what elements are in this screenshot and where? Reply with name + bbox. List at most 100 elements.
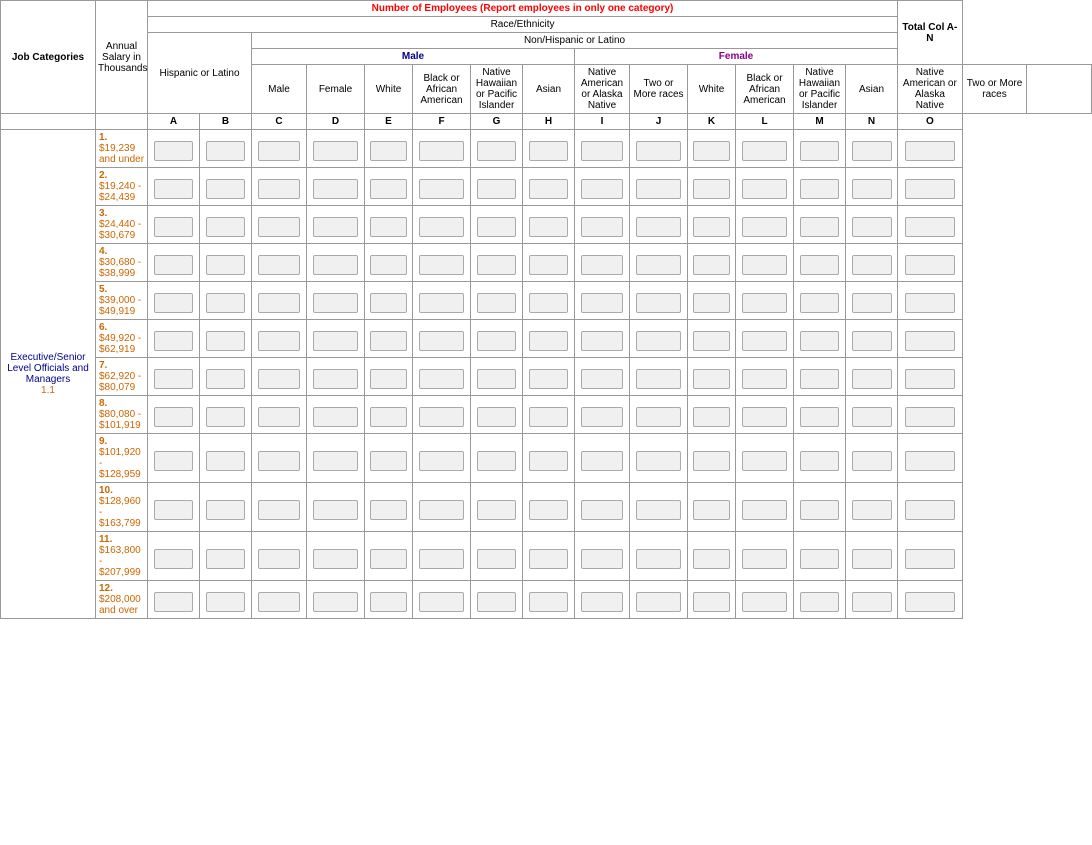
input-row0-col9[interactable]	[636, 141, 681, 161]
input-row4-col12[interactable]	[800, 293, 840, 313]
row10-col13-input[interactable]	[846, 540, 898, 581]
input-row6-col9[interactable]	[636, 369, 681, 389]
row7-col12-input[interactable]	[794, 404, 846, 434]
row5-col2-input[interactable]	[252, 328, 307, 358]
input-row11-col11[interactable]	[742, 592, 787, 612]
input-row10-col6[interactable]	[477, 549, 517, 569]
row2-col10-input[interactable]	[688, 214, 736, 244]
row4-col5-input[interactable]	[413, 290, 471, 320]
row10-col6-input[interactable]	[471, 540, 523, 581]
row3-col13-input[interactable]	[846, 252, 898, 282]
row8-col12-input[interactable]	[794, 442, 846, 483]
input-row5-col9[interactable]	[636, 331, 681, 351]
input-row6-col3[interactable]	[313, 369, 358, 389]
row7-col10-input[interactable]	[688, 404, 736, 434]
row2-col7-input[interactable]	[523, 214, 575, 244]
row3-col2-input[interactable]	[252, 252, 307, 282]
input-row3-col12[interactable]	[800, 255, 840, 275]
row11-col13-input[interactable]	[846, 589, 898, 619]
input-row8-col9[interactable]	[636, 451, 681, 471]
row3-col14-input[interactable]	[898, 252, 963, 282]
row1-col5-input[interactable]	[413, 176, 471, 206]
row10-col12-input[interactable]	[794, 540, 846, 581]
input-row3-col4[interactable]	[370, 255, 407, 275]
input-row1-col4[interactable]	[370, 179, 407, 199]
row3-col12-input[interactable]	[794, 252, 846, 282]
input-row8-col14[interactable]	[905, 451, 956, 471]
row9-col14-input[interactable]	[898, 491, 963, 532]
input-row2-col5[interactable]	[419, 217, 464, 237]
row1-col9-input[interactable]	[630, 176, 688, 206]
row3-col11-input[interactable]	[736, 252, 794, 282]
row4-col13-input[interactable]	[846, 290, 898, 320]
input-row9-col10[interactable]	[693, 500, 730, 520]
row8-col6-input[interactable]	[471, 442, 523, 483]
input-row9-col14[interactable]	[905, 500, 956, 520]
row6-col2-input[interactable]	[252, 366, 307, 396]
input-row0-col1[interactable]	[206, 141, 246, 161]
input-row5-col6[interactable]	[477, 331, 517, 351]
input-row3-col7[interactable]	[529, 255, 569, 275]
row9-col13-input[interactable]	[846, 491, 898, 532]
row6-col8-input[interactable]	[575, 366, 630, 396]
row9-col11-input[interactable]	[736, 491, 794, 532]
row7-col4-input[interactable]	[365, 404, 413, 434]
input-row6-col4[interactable]	[370, 369, 407, 389]
input-row2-col9[interactable]	[636, 217, 681, 237]
input-row9-col13[interactable]	[852, 500, 892, 520]
input-row10-col1[interactable]	[206, 549, 246, 569]
input-row4-col3[interactable]	[313, 293, 358, 313]
row9-col7-input[interactable]	[523, 491, 575, 532]
input-row7-col11[interactable]	[742, 407, 787, 427]
input-row10-col3[interactable]	[313, 549, 358, 569]
input-row4-col1[interactable]	[206, 293, 246, 313]
input-row7-col9[interactable]	[636, 407, 681, 427]
input-row7-col8[interactable]	[581, 407, 624, 427]
input-row1-col2[interactable]	[258, 179, 301, 199]
row9-col3-input[interactable]	[307, 491, 365, 532]
input-row0-col10[interactable]	[693, 141, 730, 161]
row8-col10-input[interactable]	[688, 442, 736, 483]
row3-col7-input[interactable]	[523, 252, 575, 282]
input-row4-col10[interactable]	[693, 293, 730, 313]
row1-col3-input[interactable]	[307, 176, 365, 206]
input-row4-col0[interactable]	[154, 293, 194, 313]
input-row11-col3[interactable]	[313, 592, 358, 612]
row5-col8-input[interactable]	[575, 328, 630, 358]
input-row9-col12[interactable]	[800, 500, 840, 520]
input-row6-col0[interactable]	[154, 369, 194, 389]
row5-col1-input[interactable]	[200, 328, 252, 358]
row11-col8-input[interactable]	[575, 589, 630, 619]
row8-col11-input[interactable]	[736, 442, 794, 483]
row5-col7-input[interactable]	[523, 328, 575, 358]
input-row6-col10[interactable]	[693, 369, 730, 389]
input-row11-col1[interactable]	[206, 592, 246, 612]
row11-col12-input[interactable]	[794, 589, 846, 619]
row6-col7-input[interactable]	[523, 366, 575, 396]
input-row11-col4[interactable]	[370, 592, 407, 612]
input-row6-col7[interactable]	[529, 369, 569, 389]
row0-col13-input[interactable]	[846, 138, 898, 168]
row11-col2-input[interactable]	[252, 589, 307, 619]
input-row0-col11[interactable]	[742, 141, 787, 161]
input-row10-col9[interactable]	[636, 549, 681, 569]
input-row6-col2[interactable]	[258, 369, 301, 389]
input-row11-col2[interactable]	[258, 592, 301, 612]
row5-col6-input[interactable]	[471, 328, 523, 358]
input-row7-col2[interactable]	[258, 407, 301, 427]
row0-col12-input[interactable]	[794, 138, 846, 168]
row7-col3-input[interactable]	[307, 404, 365, 434]
row3-col6-input[interactable]	[471, 252, 523, 282]
row9-col6-input[interactable]	[471, 491, 523, 532]
row2-col1-input[interactable]	[200, 214, 252, 244]
input-row11-col0[interactable]	[154, 592, 194, 612]
input-row4-col11[interactable]	[742, 293, 787, 313]
row5-col11-input[interactable]	[736, 328, 794, 358]
input-row10-col5[interactable]	[419, 549, 464, 569]
row0-col1-input[interactable]	[200, 138, 252, 168]
row7-col2-input[interactable]	[252, 404, 307, 434]
row10-col2-input[interactable]	[252, 540, 307, 581]
input-row0-col14[interactable]	[905, 141, 956, 161]
input-row6-col1[interactable]	[206, 369, 246, 389]
input-row4-col14[interactable]	[905, 293, 956, 313]
